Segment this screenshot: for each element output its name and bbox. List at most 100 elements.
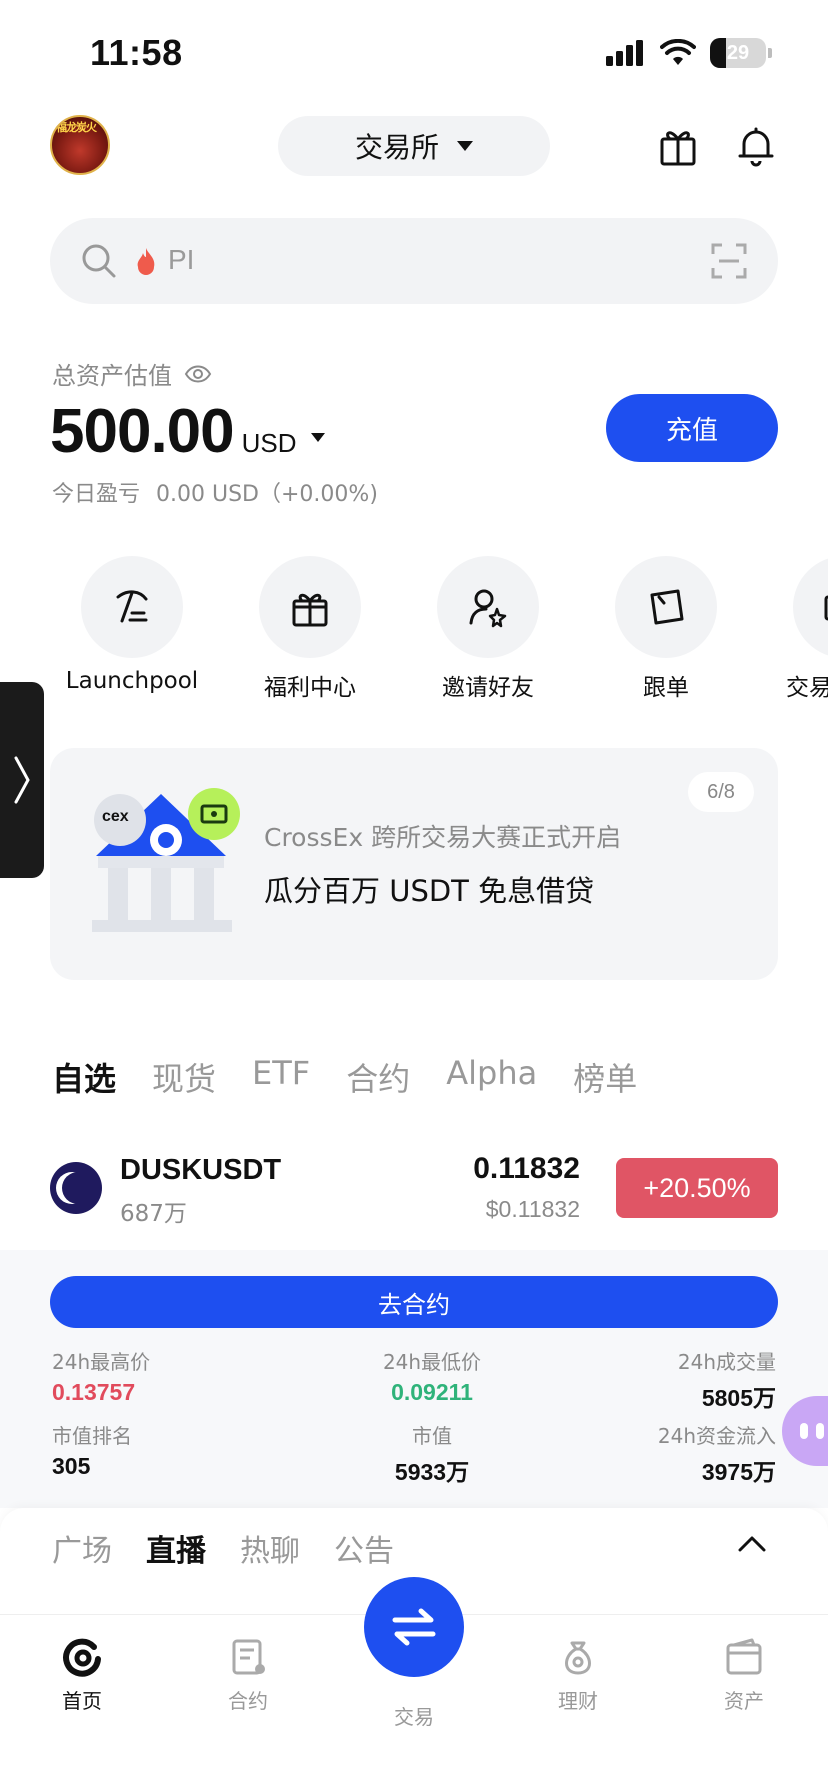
stat-label: 市值: [412, 1424, 452, 1448]
stat-value: 5933万: [394, 1459, 470, 1485]
nav-label: 资产: [724, 1689, 764, 1713]
tab-alpha[interactable]: Alpha: [446, 1054, 537, 1100]
coin-symbol[interactable]: DUSKUSDT: [120, 1154, 281, 1187]
status-time: 11:58: [90, 32, 183, 73]
quick-action-invite[interactable]: 邀请好友: [418, 556, 558, 702]
deposit-button[interactable]: 充值: [606, 394, 778, 462]
stat-market-cap: 市值 5933万: [364, 1420, 500, 1487]
avatar-text: 福龙炭火: [56, 121, 97, 134]
gift-icon: [292, 593, 328, 627]
quick-action-trade[interactable]: 交易: [774, 556, 828, 702]
stat-value: 3975万: [701, 1459, 776, 1485]
stat-label: 24h最高价: [52, 1350, 151, 1374]
battery-fill: [710, 38, 727, 68]
battery-cap: [768, 48, 772, 58]
total-assets-value: 500.00 USD: [50, 396, 325, 467]
quick-action-label: 福利中心: [264, 675, 356, 701]
assistant-eye: [800, 1423, 808, 1439]
tab-contract[interactable]: 合约: [346, 1054, 410, 1100]
bell-icon[interactable]: [734, 124, 778, 168]
scan-icon[interactable]: [710, 242, 748, 280]
currency-caret-icon[interactable]: [310, 433, 325, 442]
home-logo-icon: [63, 1638, 101, 1677]
tab-favorites[interactable]: 自选: [52, 1054, 116, 1100]
wifi-icon: [660, 39, 696, 65]
stat-value: 0.09211: [391, 1379, 473, 1405]
total-assets-label: 总资产估值: [52, 356, 212, 391]
quick-action-welfare[interactable]: 福利中心: [240, 556, 380, 702]
coin-volume: 687万: [120, 1201, 187, 1227]
stat-value: 305: [52, 1453, 91, 1479]
today-pnl: 今日盈亏 0.00 USD（+0.00%): [52, 476, 378, 508]
tab-announcements[interactable]: 公告: [334, 1526, 394, 1570]
caret-down-icon: [457, 141, 473, 151]
battery-level: 29: [726, 41, 750, 64]
gift-icon[interactable]: [656, 124, 700, 168]
banner-subtitle: CrossEx 跨所交易大赛正式开启: [264, 823, 622, 852]
nav-label: 首页: [62, 1689, 102, 1713]
stat-label: 24h资金流入: [657, 1424, 776, 1448]
chevron-right-icon: [14, 756, 30, 804]
promo-banner[interactable]: 6/8 cex CrossEx 跨所交易大赛正式开启 瓜分百万 USDT 免息借…: [50, 748, 778, 980]
status-bar: 11:58 29: [0, 0, 828, 100]
stat-value: 5805万: [701, 1385, 776, 1411]
banner-art-badge: cex: [102, 808, 129, 825]
stat-market-cap-rank: 市值排名 305: [52, 1420, 132, 1480]
nav-trade-button[interactable]: [364, 1577, 464, 1677]
avatar[interactable]: 福龙炭火: [50, 115, 110, 175]
nav-contract[interactable]: 合约: [188, 1637, 308, 1714]
chevron-up-icon[interactable]: [736, 1532, 768, 1554]
nav-earn[interactable]: 理财: [518, 1637, 638, 1714]
quick-action-circle: [793, 556, 828, 658]
go-to-contract-button[interactable]: 去合约: [50, 1276, 778, 1328]
total-assets-amount: 500.00: [50, 397, 235, 466]
nav-label: 理财: [558, 1689, 598, 1713]
pnl-value: 0.00 USD（+0.00%): [156, 482, 378, 507]
stat-24h-low: 24h最低价 0.09211: [364, 1346, 500, 1406]
stat-label: 24h最低价: [382, 1350, 482, 1374]
total-assets-label-text: 总资产估值: [52, 362, 172, 390]
nav-label: 合约: [228, 1689, 268, 1713]
coin-price-usd: $0.11832: [485, 1196, 580, 1222]
tab-spot[interactable]: 现货: [152, 1054, 216, 1100]
contract-icon: [232, 1639, 265, 1675]
dusk-coin-icon: [50, 1162, 102, 1214]
nav-home[interactable]: 首页: [22, 1637, 142, 1714]
moneybag-icon: [565, 1641, 591, 1675]
tab-live[interactable]: 直播: [146, 1526, 206, 1570]
tab-rankings[interactable]: 榜单: [573, 1054, 637, 1100]
stat-value: 0.13757: [52, 1379, 136, 1405]
banner-page-counter: 6/8: [688, 772, 754, 812]
quick-action-label: Launchpool: [65, 668, 199, 694]
exchange-switcher[interactable]: 交易所: [278, 116, 550, 176]
stat-label: 市值排名: [52, 1424, 132, 1448]
coin-change-badge[interactable]: +20.50%: [616, 1158, 778, 1218]
tab-etf[interactable]: ETF: [252, 1054, 310, 1100]
eye-icon[interactable]: [184, 364, 212, 384]
search-bar[interactable]: PI: [50, 218, 778, 304]
stat-24h-volume: 24h成交量 5805万: [678, 1346, 776, 1413]
search-icon: [82, 244, 116, 278]
tab-hot-chat[interactable]: 热聊: [240, 1526, 300, 1570]
quick-action-label: 邀请好友: [442, 675, 534, 701]
nav-assets[interactable]: 资产: [684, 1637, 804, 1714]
cellular-signal-icon: [606, 40, 643, 66]
quick-action-circle: [81, 556, 183, 658]
quick-action-launchpool[interactable]: Launchpool: [62, 556, 202, 694]
nav-trade-label[interactable]: 交易: [354, 1701, 474, 1730]
copy-trade-card-icon: [650, 589, 684, 625]
fire-icon: [137, 248, 155, 275]
community-tabs: 广场 直播 热聊 公告: [52, 1526, 394, 1570]
quick-action-circle: [615, 556, 717, 658]
quick-action-circle: [437, 556, 539, 658]
side-drawer-handle[interactable]: [0, 682, 44, 878]
stat-24h-high: 24h最高价 0.13757: [52, 1346, 150, 1406]
currency-selector[interactable]: USD: [242, 428, 297, 459]
search-placeholder: PI: [168, 244, 195, 275]
stat-label: 24h成交量: [677, 1350, 776, 1374]
banner-title: 瓜分百万 USDT 免息借贷: [264, 874, 595, 908]
wallet-icon: [726, 1638, 762, 1675]
quick-action-copy-trade[interactable]: 跟单: [596, 556, 736, 702]
exchange-label: 交易所: [354, 131, 439, 164]
tab-square[interactable]: 广场: [52, 1526, 112, 1570]
